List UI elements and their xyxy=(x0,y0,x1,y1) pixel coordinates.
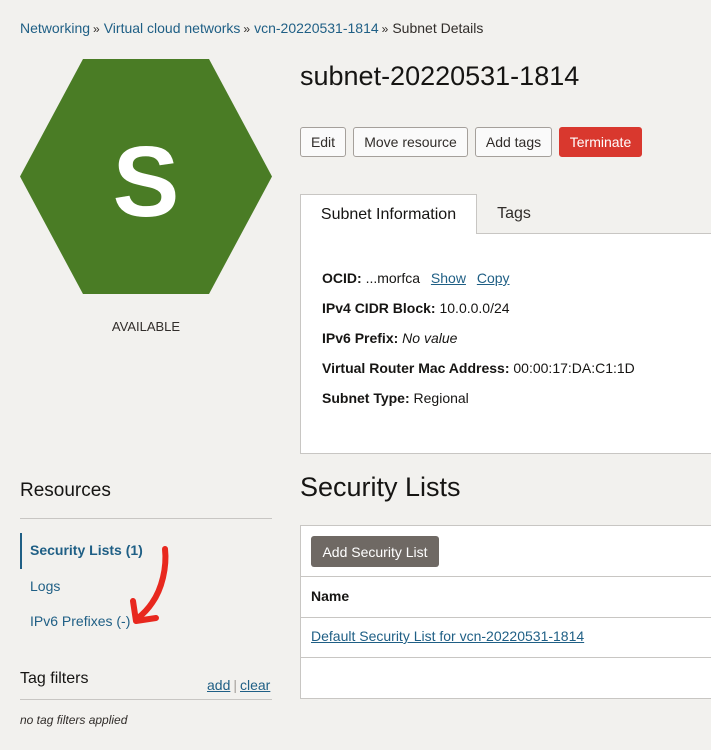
breadcrumb-current: Subnet Details xyxy=(392,20,484,36)
subnet-type-value: Regional xyxy=(413,390,469,406)
breadcrumb-vcn[interactable]: vcn-20220531-1814 xyxy=(254,20,379,36)
breadcrumb-networking[interactable]: Networking xyxy=(20,20,90,36)
ipv4-row: IPv4 CIDR Block: 10.0.0.0/24 xyxy=(322,300,510,316)
ocid-value: ...morfca xyxy=(365,270,421,286)
divider xyxy=(301,576,711,577)
breadcrumb-separator: » xyxy=(243,22,251,36)
ocid-label: OCID: xyxy=(322,270,362,286)
column-header-name[interactable]: Name xyxy=(311,588,349,604)
tag-filters-heading: Tag filters xyxy=(20,670,89,687)
move-resource-button[interactable]: Move resource xyxy=(353,127,468,157)
ocid-row: OCID: ...morfca Show Copy xyxy=(322,270,510,286)
mac-label: Virtual Router Mac Address: xyxy=(322,360,510,376)
no-tag-filters-text: no tag filters applied xyxy=(20,713,128,727)
ipv4-label: IPv4 CIDR Block: xyxy=(322,300,436,316)
divider xyxy=(20,518,272,519)
tab-subnet-information[interactable]: Subnet Information xyxy=(300,194,477,234)
add-tag-filter-link[interactable]: add xyxy=(207,677,230,693)
active-indicator xyxy=(20,533,22,569)
breadcrumb: Networking» Virtual cloud networks» vcn-20… xyxy=(20,20,483,36)
security-lists-title: Security Lists xyxy=(300,472,461,502)
ocid-show-link[interactable]: Show xyxy=(431,270,466,286)
edit-button[interactable]: Edit xyxy=(300,127,346,157)
add-tags-button[interactable]: Add tags xyxy=(475,127,552,157)
clear-tag-filters-link[interactable]: clear xyxy=(240,677,270,693)
tab-tags[interactable]: Tags xyxy=(477,194,551,234)
security-lists-table: Add Security List Name Default Security … xyxy=(300,525,711,699)
subnet-hexagon-icon: S xyxy=(20,59,272,294)
subnet-type-label: Subnet Type: xyxy=(322,390,410,406)
breadcrumb-separator: » xyxy=(381,22,389,36)
ipv6-label: IPv6 Prefix: xyxy=(322,330,399,346)
breadcrumb-separator: » xyxy=(93,22,100,36)
divider xyxy=(20,699,272,700)
sidebar-item-security-lists[interactable]: Security Lists (1) xyxy=(30,542,143,558)
page-title: subnet-20220531-1814 xyxy=(300,61,580,91)
ipv6-value: No value xyxy=(402,330,458,346)
lifecycle-status: AVAILABLE xyxy=(111,319,181,334)
mac-value: 00:00:17:DA:C1:1D xyxy=(513,360,635,376)
tag-filter-links: add | clear xyxy=(207,677,270,693)
breadcrumb-vcns[interactable]: Virtual cloud networks xyxy=(104,20,241,36)
link-separator: | xyxy=(233,677,237,693)
divider xyxy=(301,657,711,658)
security-list-link[interactable]: Default Security List for vcn-20220531-1… xyxy=(311,628,584,644)
mac-row: Virtual Router Mac Address: 00:00:17:DA:… xyxy=(322,360,635,376)
annotation-arrow-icon xyxy=(128,545,178,632)
sidebar-item-logs[interactable]: Logs xyxy=(30,578,60,594)
ipv6-row: IPv6 Prefix: No value xyxy=(322,330,457,346)
ocid-copy-link[interactable]: Copy xyxy=(477,270,510,286)
sidebar-item-ipv6-prefixes[interactable]: IPv6 Prefixes (-) xyxy=(30,613,130,629)
resource-letter: S xyxy=(113,126,180,238)
subnet-details-panel: OCID: ...morfca Show Copy IPv4 CIDR Bloc… xyxy=(300,233,711,454)
terminate-button[interactable]: Terminate xyxy=(559,127,642,157)
add-security-list-button[interactable]: Add Security List xyxy=(311,536,439,567)
ipv4-value: 10.0.0.0/24 xyxy=(439,300,510,316)
subnet-type-row: Subnet Type: Regional xyxy=(322,390,469,406)
divider xyxy=(301,617,711,618)
resources-heading: Resources xyxy=(20,480,111,501)
